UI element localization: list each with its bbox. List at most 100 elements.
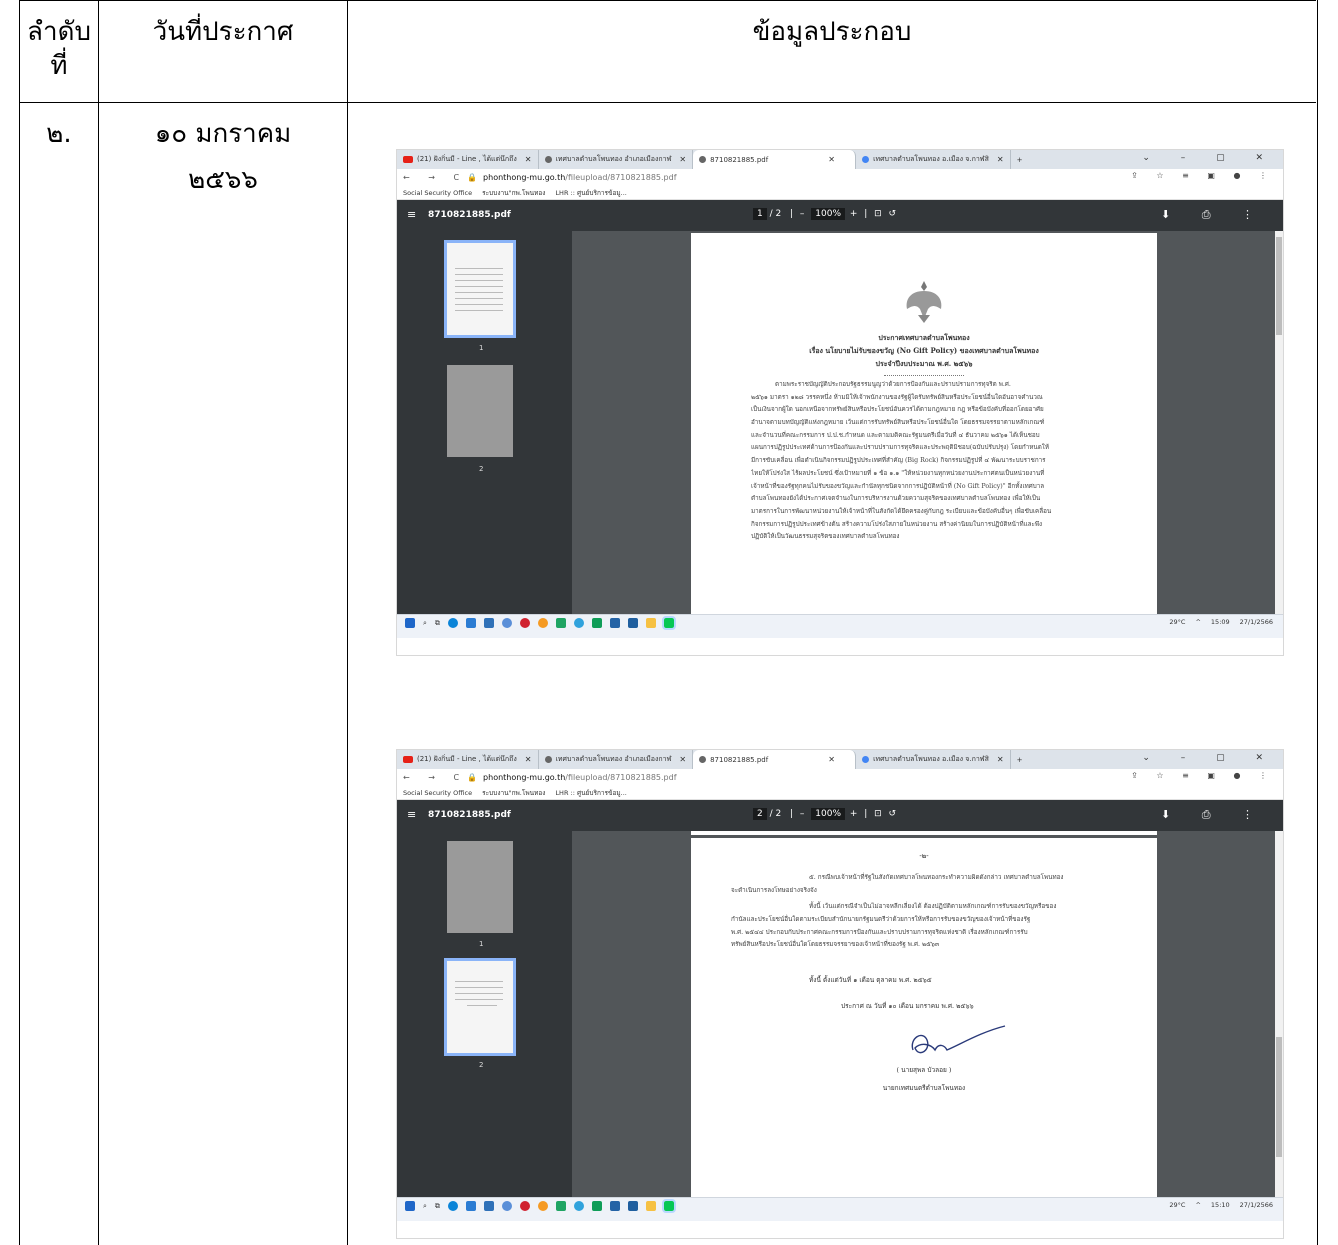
sound-icon (501, 618, 512, 628)
page-thumbnail-2[interactable] (444, 958, 516, 1056)
row-number: ๒. (46, 119, 72, 149)
close-icon[interactable]: ✕ (679, 155, 686, 164)
address-bar[interactable]: ← → C 🔒 phonthong-mu.go.th/fileupload/87… (397, 169, 1283, 186)
clock-date: 27/1/2566 (1239, 618, 1273, 626)
new-tab-button[interactable]: + (1011, 150, 1029, 169)
google-icon (862, 156, 870, 163)
taskbar-icons[interactable]: ⌕ ⧉ (405, 1199, 676, 1213)
browser-tab[interactable]: เทศบาลตำบลโพนทอง อ.เมือง จ.กาฬสิ ✕ (856, 150, 1011, 169)
browser-tab-bar: (21) ฝังกิ่นมี - Line , ได้แต่นึกถึง ✕ เท… (397, 750, 1283, 769)
close-icon[interactable]: ✕ (997, 155, 1004, 164)
window-controls[interactable]: ⌄ – ▢ ✕ (1142, 153, 1277, 163)
app-icon (609, 618, 620, 628)
globe-icon (544, 156, 552, 163)
close-icon[interactable]: ✕ (679, 755, 686, 764)
close-icon[interactable]: ✕ (828, 155, 835, 164)
nav-buttons[interactable]: ← → C (403, 173, 467, 182)
app-icon (591, 618, 602, 628)
page-thumbnail-1[interactable] (447, 841, 513, 933)
pdf-viewer: 1 2 -๒- ๕. กรณีพบเจ้าหน้าที่รัฐในสังกัดเ… (397, 831, 1283, 1197)
menu-icon[interactable]: ≡ (407, 808, 416, 821)
bookmark-item[interactable]: LHR :: ศูนย์บริการข้อมู... (555, 188, 626, 198)
browser-tab[interactable]: (21) ฝังกิ่นมี - Line , ได้แต่นึกถึง ✕ (397, 750, 539, 769)
pdf-actions[interactable]: ⬇ ⎙ ⋮ (1161, 208, 1267, 222)
effective-date: ทั้งนี้ ตั้งแต่วันที่ ๑ เดือน ตุลาคม พ.ศ… (809, 976, 932, 984)
pdf-file-name: 8710821885.pdf (428, 810, 511, 820)
clock-time: 15:09 (1210, 618, 1230, 626)
doc-heading: ประกาศเทศบาลตำบลโพนทอง (878, 333, 970, 342)
close-icon[interactable]: ✕ (525, 755, 532, 764)
header-info: ข้อมูลประกอบ (752, 17, 912, 47)
system-tray[interactable]: 29°C ^ 15:09 27/1/2566 (1169, 618, 1273, 626)
pdf-toolbar: ≡ 8710821885.pdf 2 / 2 | – 100% + | ⊡ ↺ … (397, 800, 1283, 831)
pdf-actions[interactable]: ⬇ ⎙ ⋮ (1161, 808, 1267, 822)
close-icon[interactable]: ✕ (525, 155, 532, 164)
edge-icon (447, 1201, 458, 1211)
weather-temp: 29°C (1169, 618, 1186, 626)
url-text[interactable]: phonthong-mu.go.th/fileupload/8710821885… (483, 173, 676, 182)
divider (884, 375, 964, 376)
pdf-file-name: 8710821885.pdf (428, 210, 511, 220)
thumbnail-label: 1 (479, 940, 484, 948)
bookmark-item[interactable]: Social Security Office (403, 789, 472, 797)
zoom-controls[interactable]: | – 100% + | ⊡ ↺ (790, 208, 898, 220)
row-date: ๑๐ มกราคม ๒๕๖๖ (154, 119, 292, 195)
bookmark-item[interactable]: Social Security Office (403, 189, 472, 197)
word-icon (483, 618, 494, 628)
page-thumbnail-2[interactable] (447, 365, 513, 457)
doc-heading: ประจำปีงบประมาณ พ.ศ. ๒๕๖๖ (875, 359, 973, 368)
globe-icon (699, 756, 707, 763)
browser-tab-active[interactable]: 8710821885.pdf ✕ (693, 750, 857, 769)
clock-date: 27/1/2566 (1239, 1201, 1273, 1209)
browser-screenshot-page-1: (21) ฝังกิ่นมี - Line , ได้แต่นึกถึง ✕ เท… (397, 150, 1283, 655)
app-icon (609, 1201, 620, 1211)
close-icon[interactable]: ✕ (997, 755, 1004, 764)
close-icon[interactable]: ✕ (828, 755, 835, 764)
pdf-toolbar: ≡ 8710821885.pdf 1 / 2 | – 100% + | ⊡ ↺ … (397, 200, 1283, 231)
browser-tab[interactable]: เทศบาลตำบลโพนทอง อำเภอเมืองกาฬ ✕ (539, 150, 694, 169)
window-controls[interactable]: ⌄ – ▢ ✕ (1142, 753, 1277, 763)
settings-icon (573, 1201, 584, 1211)
windows-taskbar: ⌕ ⧉ 29°C ^ 15:10 27/1/2566 (397, 1197, 1283, 1221)
browser-tab[interactable]: (21) ฝังกิ่นมี - Line , ได้แต่นึกถึง ✕ (397, 150, 539, 169)
scrollbar[interactable] (1275, 231, 1283, 614)
thumbnail-label: 2 (479, 1061, 484, 1069)
browser-toolbar-icons[interactable]: ⇪ ☆ ≡ ▣ ● ⋮ (1131, 171, 1275, 180)
windows-start-icon (405, 1201, 415, 1211)
bookmark-item[interactable]: ระบบงาน"กพ.โพนทอง (482, 788, 545, 798)
pdf-viewer: 1 2 ประกาศเทศบาลตำบลโพนทอง เรื่อง นโยบาย… (397, 231, 1283, 614)
system-tray[interactable]: 29°C ^ 15:10 27/1/2566 (1169, 1201, 1273, 1209)
page-indicator[interactable]: 1 / 2 (753, 208, 781, 220)
doc-body: ๕. กรณีพบเจ้าหน้าที่รัฐในสังกัดเทศบาลโพน… (731, 874, 1064, 949)
browser-screenshot-page-2: (21) ฝังกิ่นมี - Line , ได้แต่นึกถึง ✕ เท… (397, 750, 1283, 1238)
bookmark-item[interactable]: ระบบงาน"กพ.โพนทอง (482, 188, 545, 198)
zoom-controls[interactable]: | – 100% + | ⊡ ↺ (790, 808, 898, 820)
sound-icon (501, 1201, 512, 1211)
browser-toolbar-icons[interactable]: ⇪ ☆ ≡ ▣ ● ⋮ (1131, 771, 1275, 780)
signer-title: นายกเทศมนตรีตำบลโพนทอง (882, 1084, 966, 1092)
windows-taskbar: ⌕ ⧉ 29°C ^ 15:09 27/1/2566 (397, 614, 1283, 638)
bookmark-item[interactable]: LHR :: ศูนย์บริการข้อมู... (555, 788, 626, 798)
new-tab-button[interactable]: + (1011, 750, 1029, 769)
scrollbar[interactable] (1275, 831, 1283, 1197)
taskbar-icons[interactable]: ⌕ ⧉ (405, 616, 676, 630)
page-thumbnail-1[interactable] (444, 240, 516, 338)
browser-tab-active[interactable]: 8710821885.pdf ✕ (693, 150, 857, 169)
nav-buttons[interactable]: ← → C (403, 773, 467, 782)
header-bottom-border (19, 102, 1316, 103)
app-icon (591, 1201, 602, 1211)
previous-page-edge (691, 831, 1157, 835)
table-top-border (19, 0, 1316, 1)
page-marker: -๒- (919, 852, 929, 860)
browser-tab[interactable]: เทศบาลตำบลโพนทอง อำเภอเมืองกาฬ ✕ (539, 750, 694, 769)
thumbnail-sidebar: 1 2 (397, 831, 572, 1197)
pdf-page: -๒- ๕. กรณีพบเจ้าหน้าที่รัฐในสังกัดเทศบา… (691, 838, 1157, 1197)
menu-icon[interactable]: ≡ (407, 208, 416, 221)
search-icon: ⌕ (423, 618, 427, 627)
signer-name: ( นายสุพล บัวลอย ) (896, 1066, 952, 1074)
header-date: วันที่ประกาศ (152, 17, 294, 47)
page-indicator[interactable]: 2 / 2 (753, 808, 781, 820)
address-bar[interactable]: ← → C 🔒 phonthong-mu.go.th/fileupload/87… (397, 769, 1283, 786)
url-text[interactable]: phonthong-mu.go.th/fileupload/8710821885… (483, 773, 676, 782)
browser-tab[interactable]: เทศบาลตำบลโพนทอง อ.เมือง จ.กาฬสิ ✕ (856, 750, 1011, 769)
